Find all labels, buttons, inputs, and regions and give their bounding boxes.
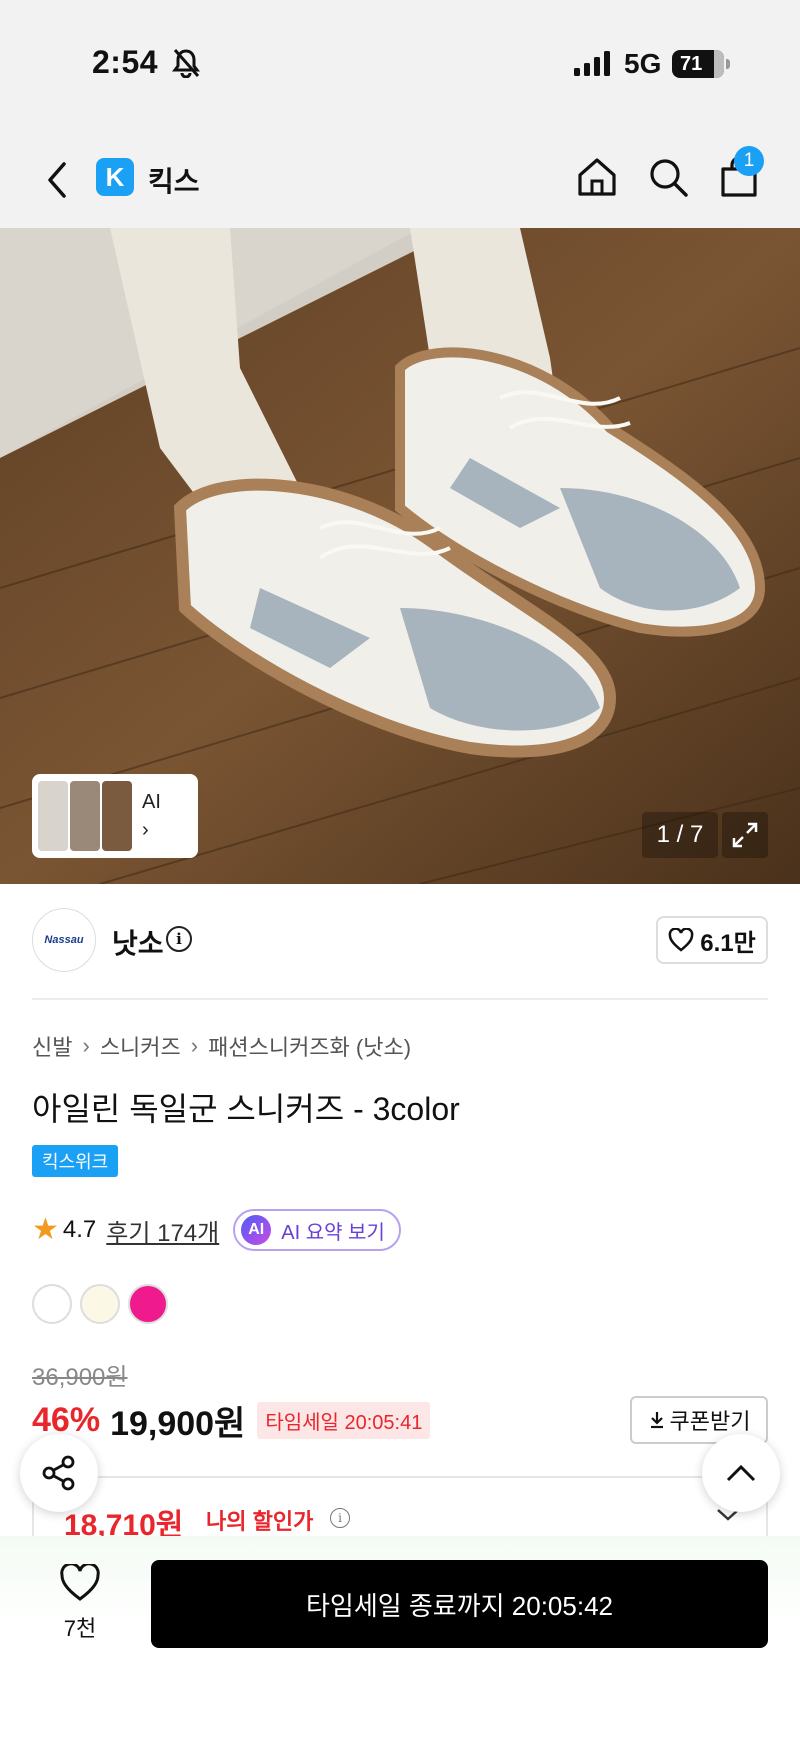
ai-label-text: AI (142, 791, 161, 813)
store-name[interactable]: 낫소 (112, 922, 164, 962)
bell-muted-icon (172, 48, 200, 83)
breadcrumb: 신발 › 스니커즈 › 패션스니커즈화 (낫소) (32, 1030, 411, 1062)
sale-price: 19,900원 (110, 1404, 246, 1443)
download-icon (650, 1412, 663, 1429)
status-bar: 2:54 5G 71 (0, 0, 800, 130)
home-icon (578, 158, 616, 196)
color-swatch-cream[interactable] (80, 1284, 120, 1324)
thumbnail-ai-label: AI › (142, 788, 161, 844)
timesale-badge: 타임세일 20:05:41 (257, 1401, 431, 1439)
original-price: 36,900원 (32, 1364, 128, 1391)
cart-count-badge: 1 (734, 146, 764, 176)
store-row: Nassau 낫소 i 6.1만 (32, 904, 768, 1000)
my-discount-label: 나의 할인가 (206, 1509, 314, 1534)
product-title: 아일린 독일군 스니커즈 - 3color (32, 1091, 460, 1127)
chevron-right-icon: › (142, 819, 149, 841)
breadcrumb-item[interactable]: 신발 (32, 1030, 72, 1062)
share-button[interactable] (20, 1434, 98, 1512)
back-button[interactable] (40, 154, 76, 202)
wishlist-button[interactable]: 7천 (50, 1562, 110, 1643)
store-info-icon[interactable]: i (166, 926, 192, 952)
share-icon (42, 1455, 75, 1491)
chevron-right-icon: › (190, 1033, 199, 1058)
ai-thumbnail-card[interactable]: AI › (32, 774, 198, 858)
scroll-top-button[interactable] (702, 1434, 780, 1512)
battery-icon: 71 (672, 50, 724, 78)
expand-button[interactable] (722, 812, 768, 858)
breadcrumb-item[interactable]: 패션스니커즈화 (낫소) (208, 1030, 411, 1062)
network-type: 5G (624, 48, 662, 79)
ai-summary-label: AI 요약 보기 (281, 1221, 385, 1244)
product-image[interactable]: AI › 1 / 7 (0, 228, 800, 884)
status-time: 2:54 (92, 44, 159, 80)
info-icon[interactable]: i (330, 1508, 350, 1528)
store-like-count: 6.1만 (700, 929, 756, 957)
color-swatch-pink[interactable] (128, 1284, 168, 1324)
store-like-button[interactable]: 6.1만 (656, 916, 768, 964)
battery-tip (726, 59, 730, 69)
rating-row: ★ 4.7 후기 174개 AI AI 요약 보기 (32, 1208, 401, 1252)
breadcrumb-item[interactable]: 스니커즈 (100, 1030, 181, 1062)
chevron-left-icon (48, 162, 66, 198)
brand-name[interactable]: 킥스 (148, 160, 200, 200)
app-header: K 킥스 1 (0, 130, 800, 228)
purchase-button[interactable]: 타임세일 종료까지 20:05:42 (151, 1560, 768, 1648)
ai-summary-button[interactable]: AI AI 요약 보기 (233, 1209, 401, 1251)
store-logo[interactable]: Nassau (32, 908, 96, 972)
heart-icon (668, 928, 694, 952)
chevron-right-icon: › (82, 1033, 90, 1058)
chevron-up-icon (726, 1464, 756, 1482)
search-button[interactable] (643, 152, 693, 202)
image-counter: 1 / 7 (642, 812, 718, 858)
brand-logo[interactable]: K (96, 158, 134, 196)
star-icon: ★ (32, 1213, 59, 1246)
wishlist-count: 7천 (63, 1616, 97, 1641)
home-button[interactable] (572, 152, 622, 202)
expand-icon (732, 822, 758, 848)
coupon-label: 쿠폰받기 (669, 1409, 751, 1434)
rating-value: 4.7 (62, 1216, 97, 1243)
promo-tag: 킥스위크 (32, 1145, 119, 1177)
reviews-link[interactable]: 후기 174개 (106, 1213, 219, 1248)
color-swatch-white[interactable] (32, 1284, 72, 1324)
price-row: 46% 19,900원 타임세일 20:05:41 (32, 1398, 431, 1443)
bottom-action-bar: 7천 타임세일 종료까지 20:05:42 (0, 1536, 800, 1739)
ai-badge-icon: AI (241, 1215, 272, 1245)
heart-icon (60, 1562, 100, 1601)
search-icon (650, 159, 688, 197)
signal-icon (574, 50, 610, 76)
battery-level: 71 (680, 52, 703, 75)
thumbnail-images (38, 781, 132, 851)
